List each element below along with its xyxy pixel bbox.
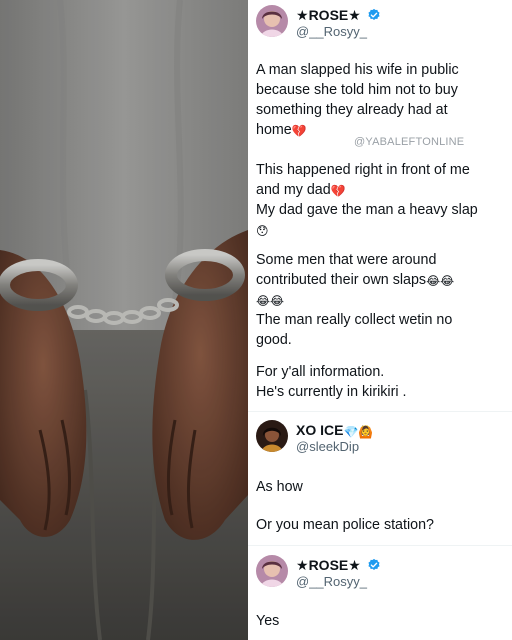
- broken-heart-icon: 💔: [330, 184, 346, 198]
- name-star-icon: ★: [348, 7, 361, 23]
- tweet-header: ★ROSE★ @__Rosyy_: [256, 555, 506, 595]
- handle[interactable]: @sleekDip: [296, 439, 359, 454]
- tweet-header: ★ROSE★ @__Rosyy_: [256, 5, 506, 45]
- tweet-text-line: As how: [256, 479, 303, 495]
- divider: [248, 411, 512, 412]
- avatar[interactable]: [256, 555, 288, 587]
- tweet-post-3: ★ROSE★ @__Rosyy_ Yes: [248, 555, 512, 635]
- laughing-crying-icon: 😂: [440, 274, 455, 288]
- tweet-header: XO ICE💎🙆 @sleekDip: [256, 420, 506, 460]
- display-name[interactable]: XO ICE💎🙆: [296, 422, 373, 439]
- tweet-text-line: He's currently in kirikiri .: [256, 384, 407, 400]
- display-name[interactable]: ★ROSE★: [296, 557, 381, 574]
- tweet-text-line: 😯: [256, 221, 269, 239]
- tweet-text-line: because she told him not to buy: [256, 82, 458, 98]
- tweet-thread: ★ROSE★ @__Rosyy_ A man slapped his wife …: [248, 0, 512, 640]
- name-star-icon: ★: [348, 557, 361, 573]
- verified-badge-icon: [368, 8, 380, 20]
- tweet-text-line: 😂😂: [256, 291, 284, 309]
- tweet-text-line: something they already had at: [256, 102, 448, 118]
- tweet-text-line: good.: [256, 332, 292, 348]
- shocked-face-icon: 😯: [256, 224, 269, 238]
- name-star-icon: ★: [296, 7, 309, 23]
- tweet-text-line: For y'all information.: [256, 364, 385, 380]
- tweet-text-line: and my dad💔: [256, 182, 346, 198]
- name-star-icon: ★: [296, 557, 309, 573]
- tweet-text-line: The man really collect wetin no: [256, 312, 453, 328]
- display-name[interactable]: ★ROSE★: [296, 7, 381, 24]
- tweet-text-line: contributed their own slaps😂😂: [256, 272, 455, 288]
- tweet-text-line: A man slapped his wife in public: [256, 62, 459, 78]
- tweet-post-1: ★ROSE★ @__Rosyy_ A man slapped his wife …: [248, 5, 512, 415]
- tweet-text-line: This happened right in front of me: [256, 162, 470, 178]
- handcuffs-photo: [0, 0, 248, 640]
- tweet-text-line: Yes: [256, 613, 280, 629]
- verified-badge-icon: [368, 558, 380, 570]
- handle[interactable]: @__Rosyy_: [296, 574, 367, 589]
- laughing-crying-icon: 😂: [426, 274, 441, 288]
- laughing-crying-icon: 😂: [270, 294, 285, 308]
- divider: [248, 545, 512, 546]
- avatar[interactable]: [256, 420, 288, 452]
- tweet-text-line: My dad gave the man a heavy slap: [256, 202, 478, 218]
- tweet-post-2: XO ICE💎🙆 @sleekDip As how Or you mean po…: [248, 420, 512, 540]
- handle[interactable]: @__Rosyy_: [296, 24, 367, 39]
- tweet-text-line: Or you mean police station?: [256, 517, 435, 533]
- name-badges-icon: 💎🙆: [343, 425, 374, 439]
- watermark: @YABALEFTONLINE: [354, 136, 465, 148]
- handcuffs-illustration: [0, 0, 248, 640]
- avatar[interactable]: [256, 5, 288, 37]
- tweet-text-line: Some men that were around: [256, 252, 437, 268]
- laughing-crying-icon: 😂: [256, 294, 271, 308]
- tweet-text-line: home💔: [256, 122, 307, 138]
- broken-heart-icon: 💔: [291, 124, 307, 138]
